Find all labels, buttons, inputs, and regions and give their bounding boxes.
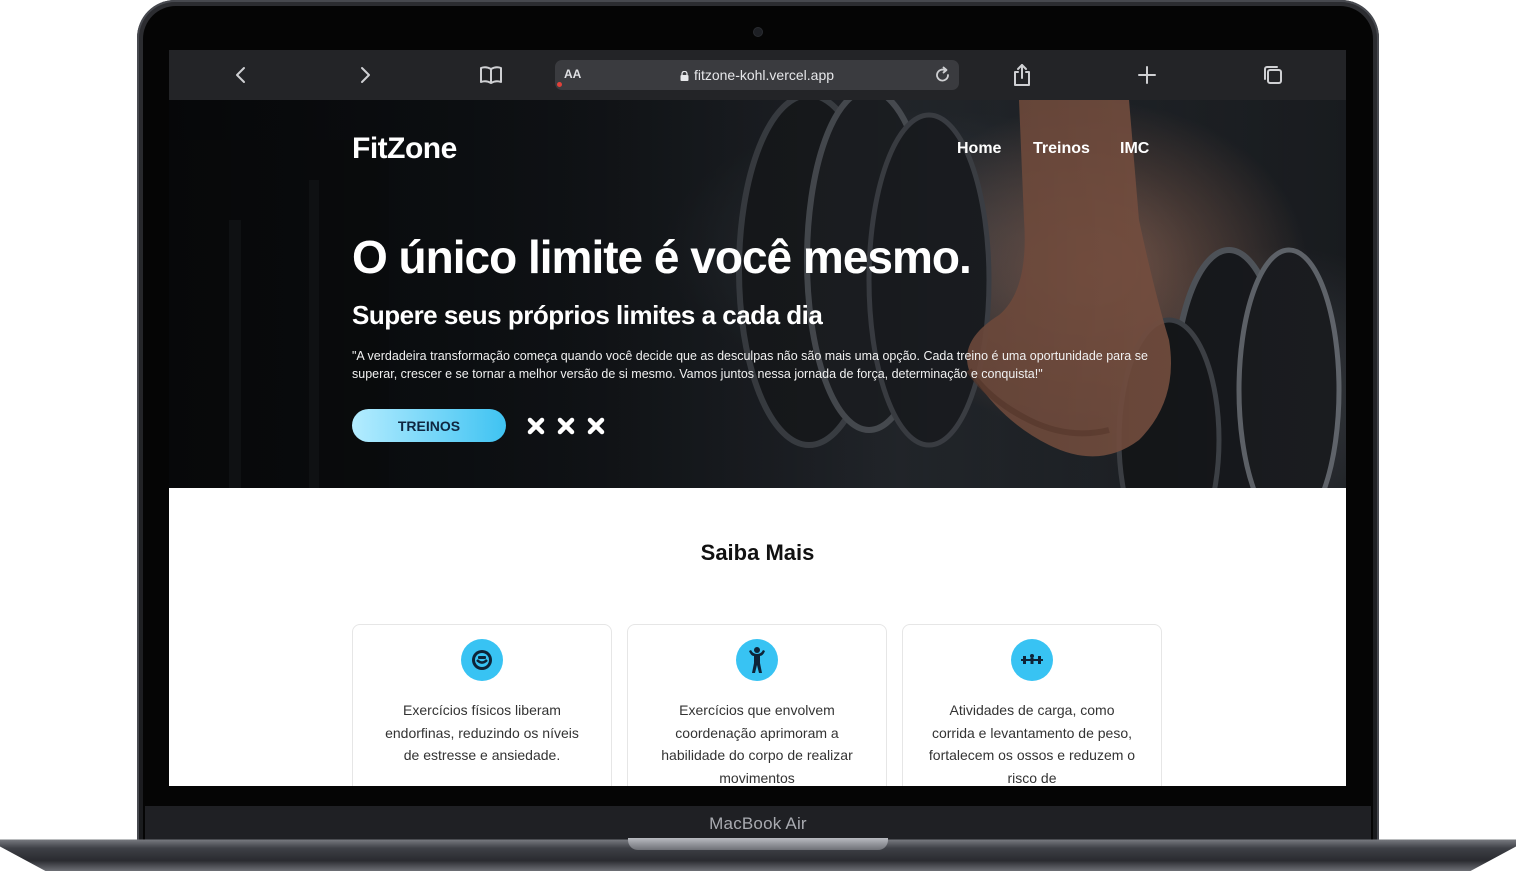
section-title: Saiba Mais (700, 540, 815, 565)
card-text: Exercícios que envolvem coordenação apri… (661, 702, 853, 786)
url-text: fitzone-kohl.vercel.app (693, 67, 835, 83)
hero-quote: "A verdadeira transformação começa quand… (352, 349, 1148, 381)
reload-icon[interactable] (933, 65, 953, 85)
browser-toolbar: AA fitzone-kohl.vercel.app (169, 50, 1346, 100)
share-icon[interactable] (1009, 62, 1035, 88)
lock-icon (680, 71, 689, 81)
hero-title: O único limite é você mesmo. (352, 231, 972, 283)
hero-section: FitZone Home Treinos IMC O único limite … (169, 100, 1346, 488)
nav-link-home[interactable]: Home (957, 140, 1001, 158)
site-logo[interactable]: FitZone (352, 132, 457, 166)
x-icon (586, 416, 606, 436)
smile-icon (461, 639, 503, 681)
device-model-label: MacBook Air (709, 814, 807, 833)
hero-subtitle: Supere seus próprios limites a cada dia (352, 300, 823, 330)
nav-link-treinos[interactable]: Treinos (1033, 140, 1090, 158)
forward-icon[interactable] (352, 62, 378, 88)
bodybuilder-icon (736, 639, 778, 681)
treinos-button[interactable]: TREINOS (352, 409, 506, 442)
x-icon (526, 416, 546, 436)
bookmarks-icon[interactable] (478, 62, 504, 88)
info-card: Exercícios físicos liberam endorfinas, r… (352, 624, 612, 786)
info-card: Atividades de carga, como corrida e leva… (902, 624, 1162, 786)
laptop-hinge-notch (628, 838, 888, 850)
browser-screen: AA fitzone-kohl.vercel.app FitZone Home … (169, 50, 1346, 786)
nav-link-imc[interactable]: IMC (1120, 140, 1149, 158)
back-icon[interactable] (228, 62, 254, 88)
card-text: Atividades de carga, como corrida e leva… (928, 702, 1136, 786)
treinos-button-label: TREINOS (397, 417, 461, 434)
card-text: Exercícios físicos liberam endorfinas, r… (385, 702, 579, 763)
url-display[interactable]: fitzone-kohl.vercel.app (555, 67, 959, 83)
weightlifting-icon (1011, 639, 1053, 681)
x-icon (556, 416, 576, 436)
hero-overlay (169, 100, 1346, 488)
address-bar[interactable]: AA fitzone-kohl.vercel.app (555, 60, 959, 90)
camera-icon (754, 28, 762, 36)
info-card: Exercícios que envolvem coordenação apri… (627, 624, 887, 786)
new-tab-icon[interactable] (1134, 62, 1160, 88)
tabs-icon[interactable] (1260, 62, 1286, 88)
